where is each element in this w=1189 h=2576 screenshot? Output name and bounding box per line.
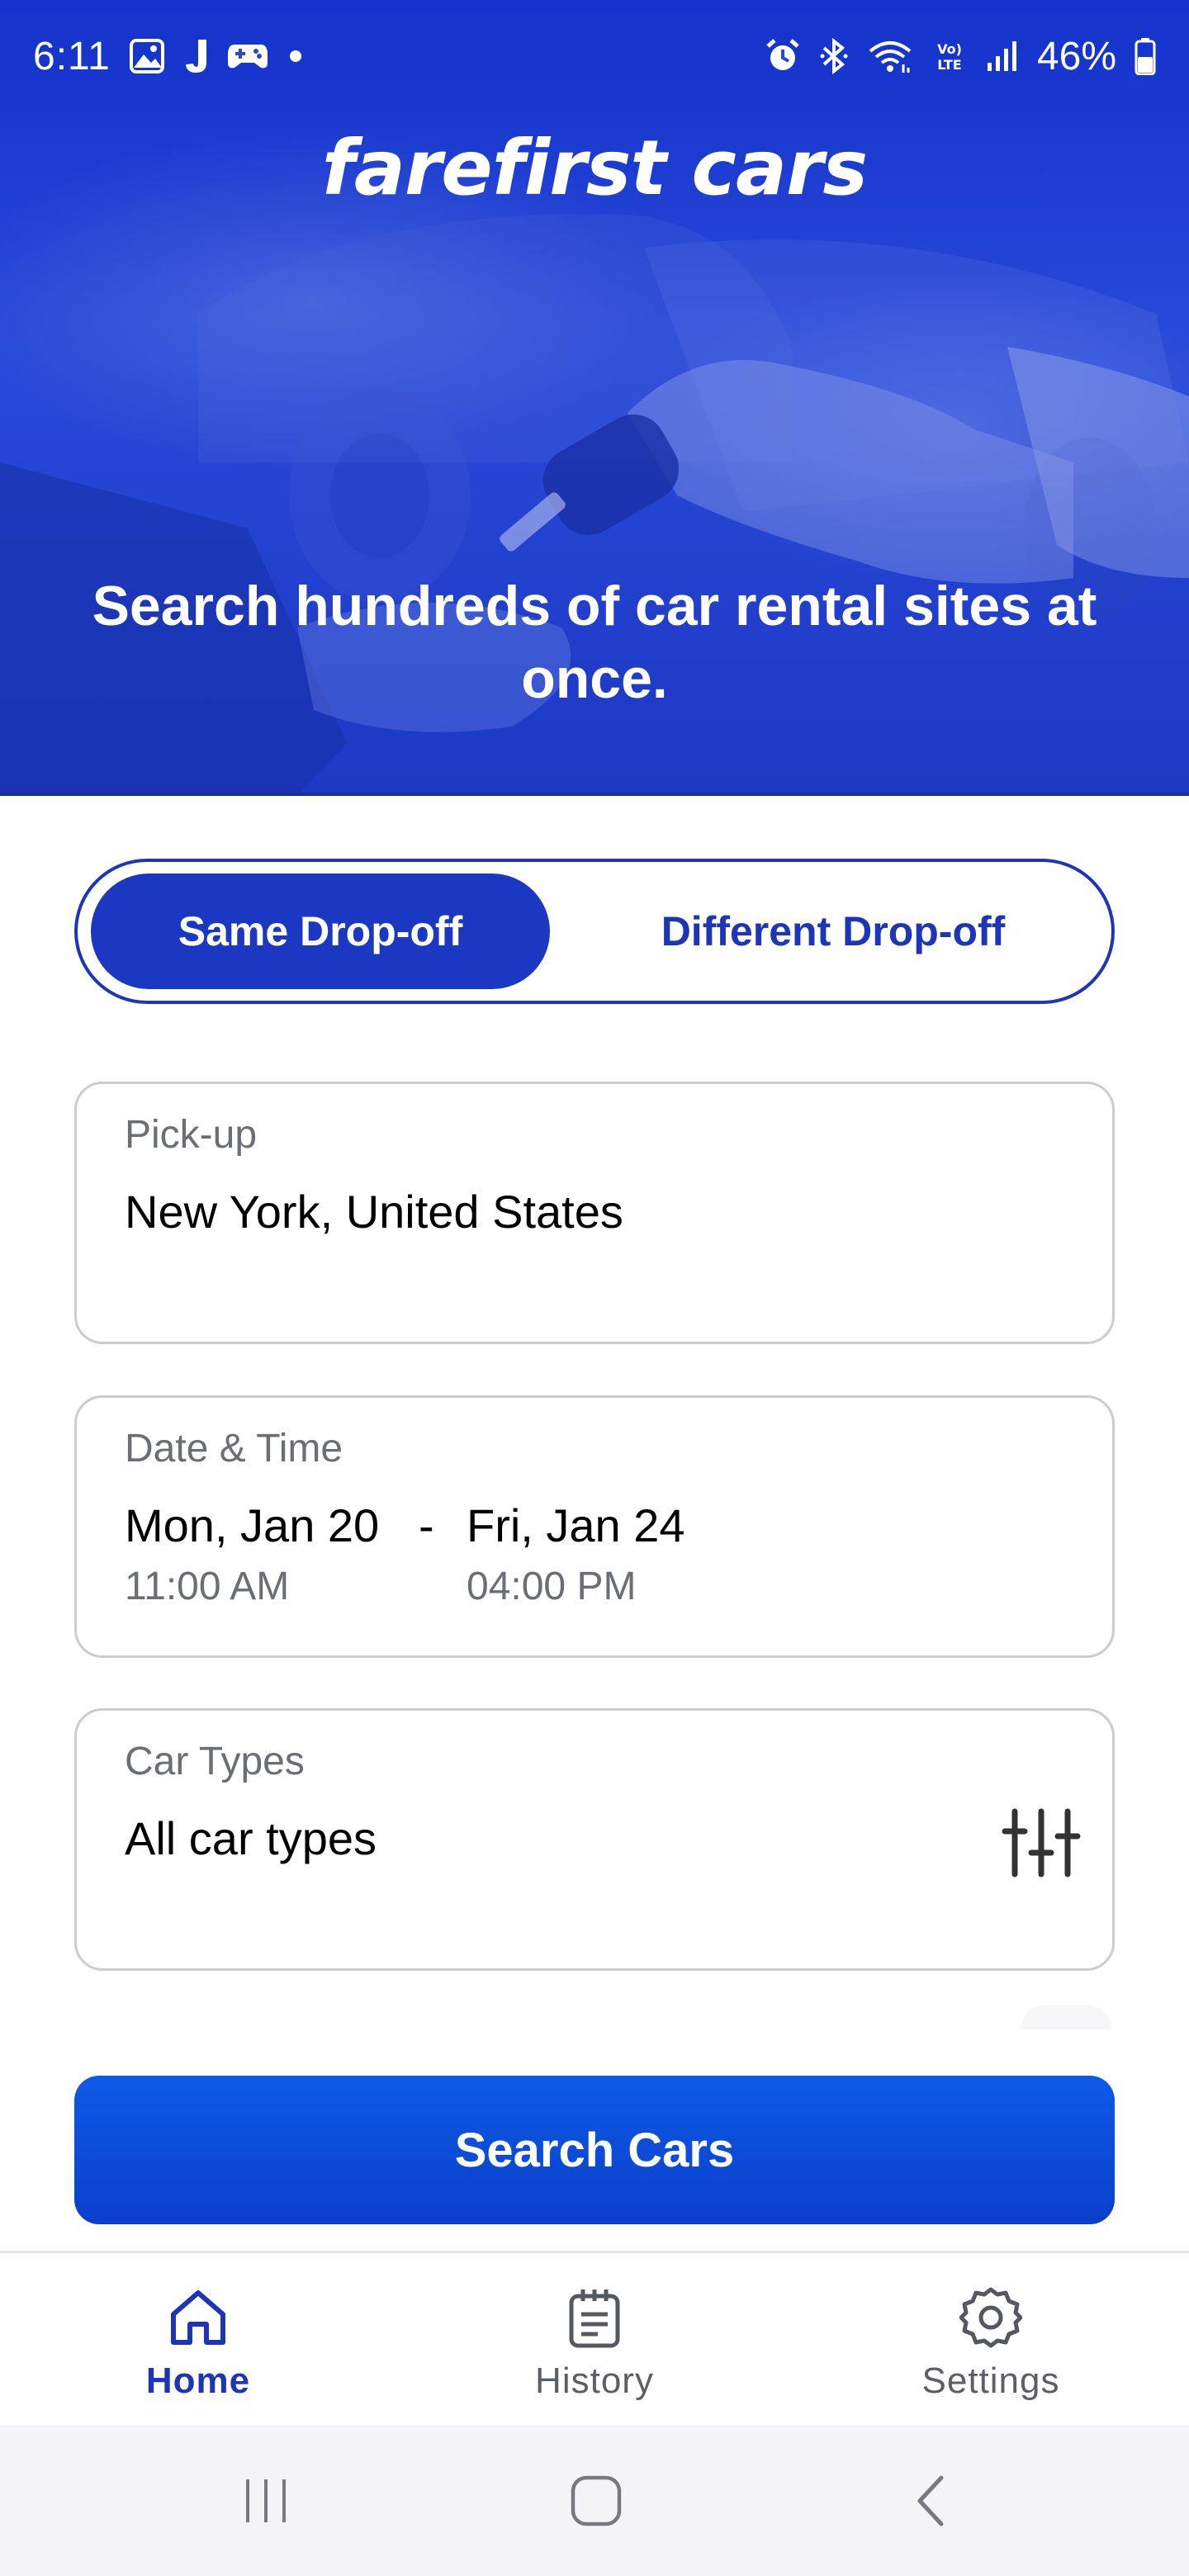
- wifi-icon: [867, 38, 913, 74]
- recent-apps-icon[interactable]: [233, 2468, 299, 2534]
- gallery-icon: [129, 38, 165, 74]
- status-bar-right: Vo) LTE 46%: [765, 34, 1156, 79]
- nav-label-home: Home: [145, 2361, 251, 2401]
- signal-icon: [986, 38, 1019, 74]
- nav-label-history: History: [535, 2361, 654, 2401]
- hero-divider: [0, 793, 1189, 796]
- settings-icon: [959, 2287, 1022, 2348]
- status-time: 6:11: [33, 34, 111, 78]
- end-date: Fri, Jan 24: [467, 1499, 685, 1551]
- history-icon: [569, 2290, 620, 2348]
- date-separator: -: [419, 1499, 434, 1551]
- scroll-fade-indicator: [1021, 2005, 1111, 2029]
- different-dropoff-tab[interactable]: Different Drop-off: [573, 874, 1093, 989]
- j-app-icon: [183, 38, 208, 74]
- end-date-block: Fri, Jan 24 04:00 PM: [467, 1499, 685, 1609]
- dot-icon: [287, 48, 304, 64]
- app-logo: farefirst cars: [321, 124, 868, 212]
- date-time-label: Date & Time: [125, 1427, 343, 1470]
- pickup-label: Pick-up: [125, 1113, 258, 1157]
- bottom-nav: Home History Settings: [0, 2253, 1189, 2425]
- pickup-value: New York, United States: [125, 1186, 623, 1238]
- car-types-label: Car Types: [125, 1740, 305, 1783]
- home-circle-icon[interactable]: [563, 2468, 629, 2534]
- car-types-field[interactable]: Car Types All car types: [74, 1708, 1115, 1971]
- nav-label-settings: Settings: [921, 2361, 1060, 2401]
- hero-title: Search hundreds of car rental sites at o…: [92, 575, 1097, 710]
- svg-text:LTE: LTE: [937, 57, 961, 73]
- battery-icon: [1135, 37, 1156, 75]
- bluetooth-icon: [819, 38, 849, 74]
- start-date-block: Mon, Jan 20 11:00 AM: [125, 1499, 379, 1609]
- alarm-icon: [765, 38, 801, 74]
- status-bar-left: 6:11: [33, 34, 304, 79]
- hero-banner: 6:11 Vo) LTE 46% farefirst cars Search h…: [0, 0, 1189, 796]
- volte-icon: Vo) LTE: [931, 38, 968, 74]
- pickup-field[interactable]: Pick-up New York, United States: [74, 1082, 1115, 1344]
- filter-sliders-icon[interactable]: [1000, 1802, 1082, 1884]
- start-time: 11:00 AM: [125, 1565, 290, 1608]
- nav-item-home[interactable]: Home: [0, 2253, 396, 2425]
- system-navigation-bar: [0, 2425, 1189, 2576]
- same-dropoff-tab[interactable]: Same Drop-off: [91, 874, 550, 989]
- search-cars-button[interactable]: Search Cars: [74, 2076, 1115, 2224]
- nav-item-history[interactable]: History: [396, 2253, 793, 2425]
- nav-item-settings[interactable]: Settings: [793, 2253, 1189, 2425]
- end-time: 04:00 PM: [467, 1565, 637, 1608]
- start-date: Mon, Jan 20: [125, 1499, 380, 1551]
- svg-text:Vo): Vo): [937, 41, 962, 57]
- date-time-field[interactable]: Date & Time Mon, Jan 20 11:00 AM - Fri, …: [74, 1395, 1115, 1658]
- dropoff-toggle: Same Drop-off Different Drop-off: [74, 859, 1115, 1004]
- status-bar: 6:11 Vo) LTE 46%: [0, 0, 1189, 112]
- battery-percent: 46%: [1036, 34, 1116, 78]
- car-types-value: All car types: [125, 1812, 377, 1864]
- game-controller-icon: [226, 40, 269, 73]
- home-icon: [171, 2290, 225, 2345]
- back-icon[interactable]: [897, 2468, 963, 2534]
